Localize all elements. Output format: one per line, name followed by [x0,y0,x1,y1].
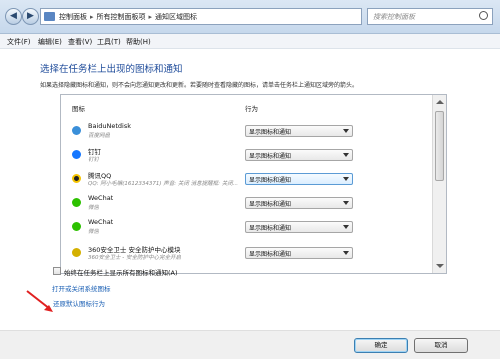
forward-button[interactable]: ▶ [22,8,39,25]
app-subtitle: 百度网盘 [88,133,111,139]
app-subtitle: 360安全卫士 - 安全防护中心完全开启 [88,255,181,261]
behavior-value: 显示图标和通知 [249,225,292,232]
chevron-down-icon [343,129,349,133]
app-subtitle: 微信 [88,229,100,235]
address-bar-area: ◀ ▶ 控制面板▸所有控制面板项▸通知区域图标 ⟳ 搜索控制面板 [0,0,500,34]
menu-help[interactable]: 帮助(H) [126,37,151,47]
control-panel-icon [44,12,55,21]
wechat-icon [72,198,81,207]
search-placeholder: 搜索控制面板 [373,13,415,21]
search-icon [479,11,488,20]
always-show-label[interactable]: 始终在任务栏上显示所有图标和通知(A) [64,267,178,277]
breadcrumb-item-notification-icons[interactable]: 通知区域图标 [155,13,197,21]
app-subtitle: 微信 [88,205,100,211]
search-input[interactable]: 搜索控制面板 [367,8,493,25]
app-name: WeChat [88,218,114,226]
behavior-select[interactable]: 显示图标和通知 [245,149,353,161]
cancel-button[interactable]: 取消 [414,338,468,353]
behavior-value: 显示图标和通知 [249,153,292,160]
behavior-select[interactable]: 显示图标和通知 [245,173,353,185]
menu-view[interactable]: 查看(V) [68,37,92,47]
breadcrumb-item-control-panel[interactable]: 控制面板 [59,13,87,21]
wechat-icon [72,222,81,231]
list-item: 360安全卫士 安全防护中心模块 360安全卫士 - 安全防护中心完全开启 显示… [61,241,433,269]
behavior-value: 显示图标和通知 [249,177,292,184]
system-icons-link[interactable]: 打开或关闭系统图标 [52,283,111,293]
restore-default-link[interactable]: 还原默认图标行为 [53,298,105,308]
page-description: 如果选择隐藏图标和通知，则不会向您通知更改和更新。若要随时查看隐藏的图标，请单击… [40,82,359,89]
app-subtitle: QQ: 阿小毛嘛(1612334371) 声音: 关闭 消息提醒框: 关闭... [88,181,238,187]
behavior-value: 显示图标和通知 [249,251,292,258]
baidu-netdisk-icon [72,126,81,135]
list-item: WeChat 微信 显示图标和通知 [61,215,433,243]
scroll-down-icon[interactable] [436,264,444,268]
column-header-icon: 图标 [72,105,85,113]
chevron-down-icon [343,251,349,255]
chevron-down-icon [343,177,349,181]
behavior-select[interactable]: 显示图标和通知 [245,247,353,259]
ok-button[interactable]: 确定 [354,338,408,353]
behavior-select[interactable]: 显示图标和通知 [245,125,353,137]
always-show-checkbox[interactable] [53,267,61,275]
behavior-value: 显示图标和通知 [249,129,292,136]
chevron-down-icon [343,153,349,157]
column-header-behavior: 行为 [245,105,258,113]
chevron-down-icon [343,225,349,229]
chevron-down-icon [343,201,349,205]
app-name: BaiduNetdisk [88,122,131,130]
scroll-thumb[interactable] [435,111,444,181]
qq-penguin-icon [72,174,81,183]
main-content: 选择在任务栏上出现的图标和通知 如果选择隐藏图标和通知，则不会向您通知更改和更新… [0,49,500,330]
icon-list-panel: 图标 行为 BaiduNetdisk 百度网盘 显示图标和通知 钉钉 钉钉 显示… [60,94,447,274]
app-subtitle: 钉钉 [88,157,100,163]
vertical-scrollbar[interactable] [432,95,446,273]
menu-file[interactable]: 文件(F) [7,37,31,47]
back-button[interactable]: ◀ [5,8,22,25]
360-safe-icon [72,248,81,257]
app-name: WeChat [88,194,114,202]
behavior-select[interactable]: 显示图标和通知 [245,197,353,209]
address-field[interactable]: 控制面板▸所有控制面板项▸通知区域图标 ⟳ [40,8,401,25]
menu-tools[interactable]: 工具(T) [97,37,121,47]
menu-bar: 文件(F) 编辑(E) 查看(V) 工具(T) 帮助(H) [0,34,500,49]
menu-edit[interactable]: 编辑(E) [38,37,62,47]
breadcrumb-item-all-items[interactable]: 所有控制面板项 [97,13,146,21]
dialog-footer: 确定 取消 [0,330,500,359]
scroll-up-icon[interactable] [436,100,444,104]
red-arrow-annotation [26,290,53,312]
behavior-select[interactable]: 显示图标和通知 [245,221,353,233]
page-title: 选择在任务栏上出现的图标和通知 [40,64,183,75]
behavior-value: 显示图标和通知 [249,201,292,208]
breadcrumb: 控制面板 ▸ 所有控制面板项 ▸ 通知区域图标 [59,13,198,21]
dingtalk-icon [72,150,81,159]
